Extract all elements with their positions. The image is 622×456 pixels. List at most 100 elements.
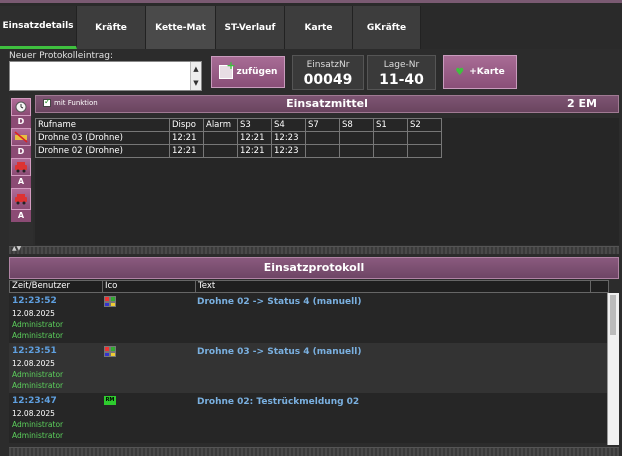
- entry-user: Administrator: [12, 431, 64, 440]
- entry-user: Administrator: [12, 331, 64, 340]
- protokoll-entry-field[interactable]: ▲ ▼: [9, 61, 202, 91]
- einsatzmittel-side-toolbar: D D A A: [9, 95, 33, 245]
- side-letter-a1: A: [11, 176, 31, 188]
- cell-s2: [407, 144, 442, 158]
- tab-einsatzdetails[interactable]: Einsatzdetails: [0, 6, 77, 49]
- entry-date: 12.08.2025: [12, 409, 55, 418]
- table-row[interactable]: Drohne 03 (Drohne) 12:21 12:21 12:23: [35, 131, 442, 145]
- protokoll-entry-label: Neuer Protokolleintrag:: [9, 51, 114, 61]
- entry-text: Drohne 02: Testrückmeldung 02: [197, 397, 360, 407]
- mit-funktion-checkbox[interactable]: mit Funktion: [43, 97, 98, 107]
- entry-text: Drohne 03 -> Status 4 (manuell): [197, 347, 362, 357]
- lage-nr-box: Lage-Nr 11-40: [367, 55, 436, 90]
- einsatzmittel-table: Rufname Dispo Alarm S3 S4 S7 S8 S1 S2 Dr…: [35, 118, 442, 158]
- list-item[interactable]: 12:23:47 12.08.2025 Administrator Admini…: [9, 393, 609, 443]
- einsatz-nr-box: EinsatzNr 00049: [292, 55, 364, 90]
- entry-time: 12:23:52: [12, 296, 57, 306]
- cell-rufname: Drohne 03 (Drohne): [35, 131, 170, 145]
- cell-s8: [339, 131, 374, 145]
- einsatzprotokoll-header: Einsatzprotokoll: [9, 257, 619, 279]
- heart-icon: ♥: [455, 66, 465, 78]
- tab-kette-mat[interactable]: Kette-Mat: [146, 6, 216, 49]
- tab-karte[interactable]: Karte: [285, 6, 353, 49]
- side-letter-a2: A: [11, 210, 31, 222]
- cell-alarm: [203, 144, 238, 158]
- lage-nr-label: Lage-Nr: [383, 60, 420, 70]
- status-icon: [104, 296, 116, 307]
- cell-s4: 12:23: [271, 131, 306, 145]
- scrollbar-thumb[interactable]: [610, 295, 616, 335]
- col-header[interactable]: S2: [407, 118, 442, 132]
- car-icon[interactable]: [11, 158, 31, 176]
- rm-icon: RM: [104, 396, 116, 405]
- col-header-text[interactable]: Text: [196, 281, 591, 292]
- cell-s1: [373, 131, 408, 145]
- col-header-ico[interactable]: Ico: [103, 281, 196, 292]
- entry-date: 12.08.2025: [12, 359, 55, 368]
- entry-time: 12:23:47: [12, 396, 57, 406]
- protokoll-entry-scrollbar[interactable]: ▲ ▼: [190, 62, 201, 90]
- splitter-arrows-icon: ▲▼: [12, 245, 22, 252]
- karte-label: +Karte: [469, 67, 505, 77]
- clock-icon[interactable]: [11, 98, 31, 116]
- col-header[interactable]: Alarm: [203, 118, 238, 132]
- zufuegen-label: zufügen: [236, 67, 278, 77]
- list-item[interactable]: 12:23:51 12.08.2025 Administrator Admini…: [9, 343, 609, 393]
- col-header[interactable]: Dispo: [169, 118, 204, 132]
- table-header-row: Rufname Dispo Alarm S3 S4 S7 S8 S1 S2: [35, 118, 442, 132]
- einsatzmittel-count: 2 EM: [567, 97, 597, 110]
- side-letter-d1: D: [11, 116, 31, 128]
- col-header-zeit[interactable]: Zeit/Benutzer: [10, 281, 103, 292]
- entry-user: Administrator: [12, 381, 64, 390]
- einsatz-nr-label: EinsatzNr: [306, 60, 350, 70]
- table-row[interactable]: Drohne 02 (Drohne) 12:21 12:21 12:23: [35, 144, 442, 158]
- status-icon: [104, 346, 116, 357]
- einsatzprotokoll-title: Einsatzprotokoll: [263, 261, 365, 274]
- cell-dispo: 12:21: [169, 144, 204, 158]
- tab-gkraefte[interactable]: GKräfte: [353, 6, 421, 49]
- cell-s3: 12:21: [237, 144, 272, 158]
- cell-s2: [407, 131, 442, 145]
- mit-funktion-label: mit Funktion: [54, 99, 98, 107]
- bottom-splitter[interactable]: [9, 447, 619, 456]
- einsatzmittel-header: Einsatzmittel mit Funktion 2 EM: [35, 95, 619, 113]
- cell-s7: [305, 144, 340, 158]
- app-window: Einsatzdetails Kräfte Kette-Mat ST-Verla…: [0, 0, 622, 456]
- entry-user: Administrator: [12, 320, 64, 329]
- checkbox-icon[interactable]: [43, 97, 51, 107]
- col-header[interactable]: S3: [237, 118, 272, 132]
- col-header[interactable]: S4: [271, 118, 306, 132]
- car-icon-2[interactable]: [11, 188, 31, 210]
- col-header[interactable]: S8: [339, 118, 374, 132]
- scroll-up-icon[interactable]: ▲: [191, 62, 201, 76]
- einsatzprotokoll-list: 12:23:52 12.08.2025 Administrator Admini…: [9, 293, 609, 445]
- col-header[interactable]: S1: [373, 118, 408, 132]
- tab-kraefte[interactable]: Kräfte: [77, 6, 146, 49]
- tab-bar: Einsatzdetails Kräfte Kette-Mat ST-Verla…: [0, 0, 622, 49]
- col-header[interactable]: S7: [305, 118, 340, 132]
- zufuegen-button[interactable]: zufügen: [211, 56, 285, 88]
- cell-s8: [339, 144, 374, 158]
- entry-user: Administrator: [12, 370, 64, 379]
- add-entry-icon: [218, 59, 236, 79]
- cell-rufname: Drohne 02 (Drohne): [35, 144, 170, 158]
- splitter-handle[interactable]: ▲▼: [9, 245, 619, 254]
- einsatz-nr-value: 00049: [303, 72, 353, 88]
- einsatzprotokoll-scrollbar[interactable]: [607, 293, 619, 445]
- entry-date: 12.08.2025: [12, 309, 55, 318]
- cell-dispo: 12:21: [169, 131, 204, 145]
- col-header[interactable]: Rufname: [35, 118, 170, 132]
- entry-time: 12:23:51: [12, 346, 57, 356]
- scroll-down-icon[interactable]: ▼: [191, 76, 201, 90]
- lage-nr-value: 11-40: [379, 72, 424, 88]
- cell-s1: [373, 144, 408, 158]
- cell-alarm: [203, 131, 238, 145]
- entry-text: Drohne 02 -> Status 4 (manuell): [197, 297, 362, 307]
- tab-st-verlauf[interactable]: ST-Verlauf: [216, 6, 285, 49]
- add-karte-button[interactable]: ♥ +Karte: [443, 55, 517, 89]
- cell-s3: 12:21: [237, 131, 272, 145]
- list-item[interactable]: 12:23:52 12.08.2025 Administrator Admini…: [9, 293, 609, 343]
- einsatzmittel-table-area: Rufname Dispo Alarm S3 S4 S7 S8 S1 S2 Dr…: [35, 118, 619, 245]
- side-letter-d2: D: [11, 146, 31, 158]
- no-vehicle-icon[interactable]: [11, 128, 31, 146]
